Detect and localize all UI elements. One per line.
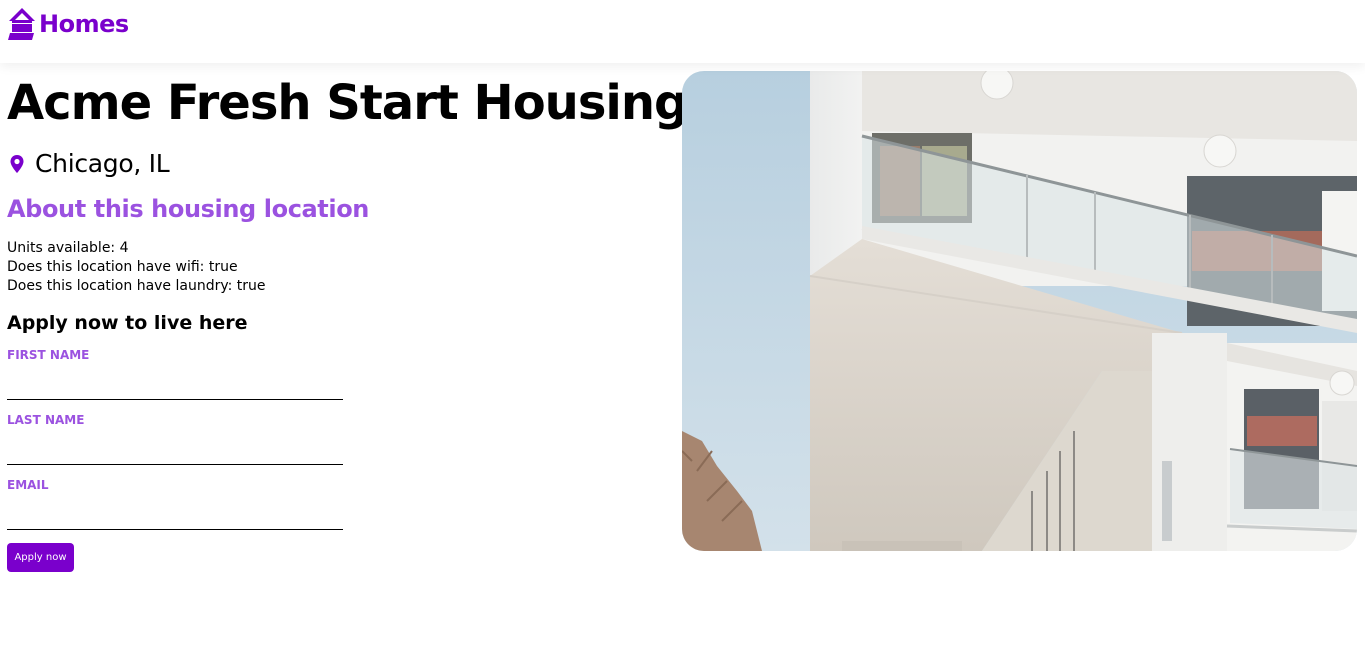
map-pin-icon — [10, 155, 24, 173]
about-heading: About this housing location — [7, 195, 369, 223]
listing-photo — [682, 71, 1357, 551]
feature-units: Units available: 4 — [7, 240, 129, 256]
first-name-label: First Name — [7, 348, 90, 362]
last-name-input[interactable] — [7, 438, 343, 465]
email-input[interactable] — [7, 503, 343, 530]
apply-now-button[interactable]: Apply now — [7, 543, 74, 572]
last-name-label: Last Name — [7, 413, 85, 427]
top-bar: Homes — [0, 0, 1365, 63]
first-name-input[interactable] — [7, 373, 343, 400]
location-text: Chicago, IL — [35, 149, 170, 178]
feature-wifi: Does this location have wifi: true — [7, 259, 238, 275]
brand-name: Homes — [39, 10, 129, 38]
house-icon — [8, 8, 35, 40]
feature-list: Units available: 4 Does this location ha… — [7, 239, 266, 296]
listing-location: Chicago, IL — [7, 149, 170, 179]
listing-title: Acme Fresh Start Housing — [7, 75, 688, 131]
home-link[interactable]: Homes — [7, 6, 129, 42]
feature-laundry: Does this location have laundry: true — [7, 278, 266, 294]
email-label: Email — [7, 478, 49, 492]
apply-heading: Apply now to live here — [7, 312, 248, 334]
